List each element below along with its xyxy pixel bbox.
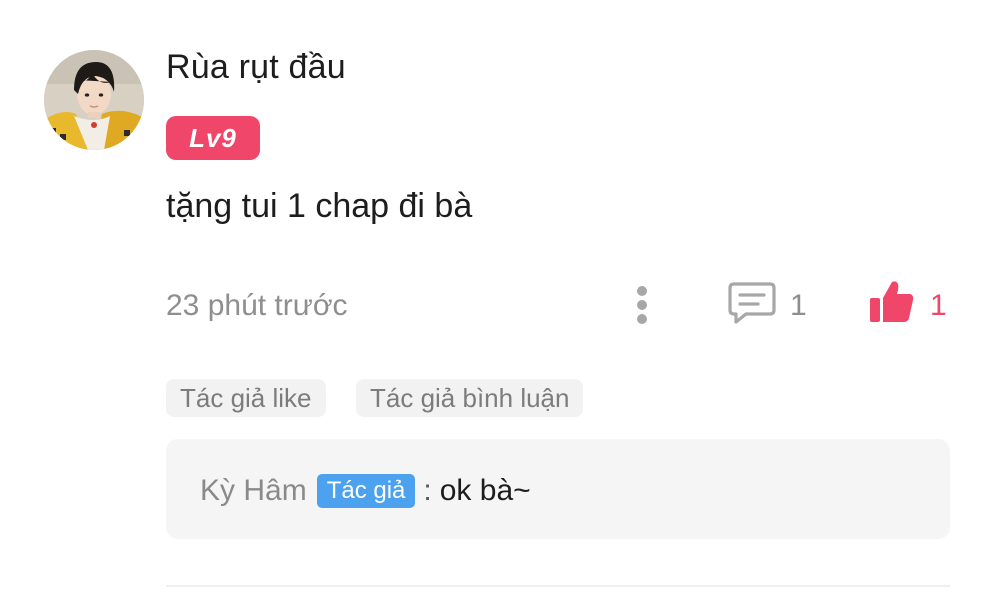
thumbs-up-icon [870,281,914,322]
author-badge: Tác giả [316,474,416,508]
comment-item: Rùa rụt đầu Lv9 tặng tui 1 chap đi bà 23… [0,0,994,600]
reply-author[interactable]: Kỳ Hâm [200,471,307,511]
reply-button[interactable]: 1 [726,280,826,330]
timestamp: 23 phút trước [166,289,348,322]
reply-text: ok bà~ [439,474,531,507]
more-options-button[interactable] [624,282,660,328]
more-vertical-icon-dot [637,300,647,310]
author-commented-tag: Tác giả bình luận [356,379,584,417]
comment-bubble-icon [728,282,776,324]
author-liked-tag: Tác giả like [166,379,326,417]
avatar-image [44,50,144,150]
reply-box[interactable]: Kỳ Hâm Tác giả : ok bà~ [166,439,950,539]
like-button[interactable]: 1 [866,278,956,330]
more-vertical-icon-dot [637,314,647,324]
username[interactable]: Rùa rụt đầu [166,46,346,88]
more-vertical-icon [637,286,647,296]
comment-text: tặng tui 1 chap đi bà [166,187,473,225]
reply-item: Kỳ Hâm Tác giả : ok bà~ [200,471,531,511]
avatar[interactable] [44,50,144,150]
like-count: 1 [930,289,947,322]
reply-count: 1 [790,289,807,322]
divider [166,585,950,587]
reply-separator: : [423,474,432,507]
level-badge: Lv9 [166,116,260,160]
